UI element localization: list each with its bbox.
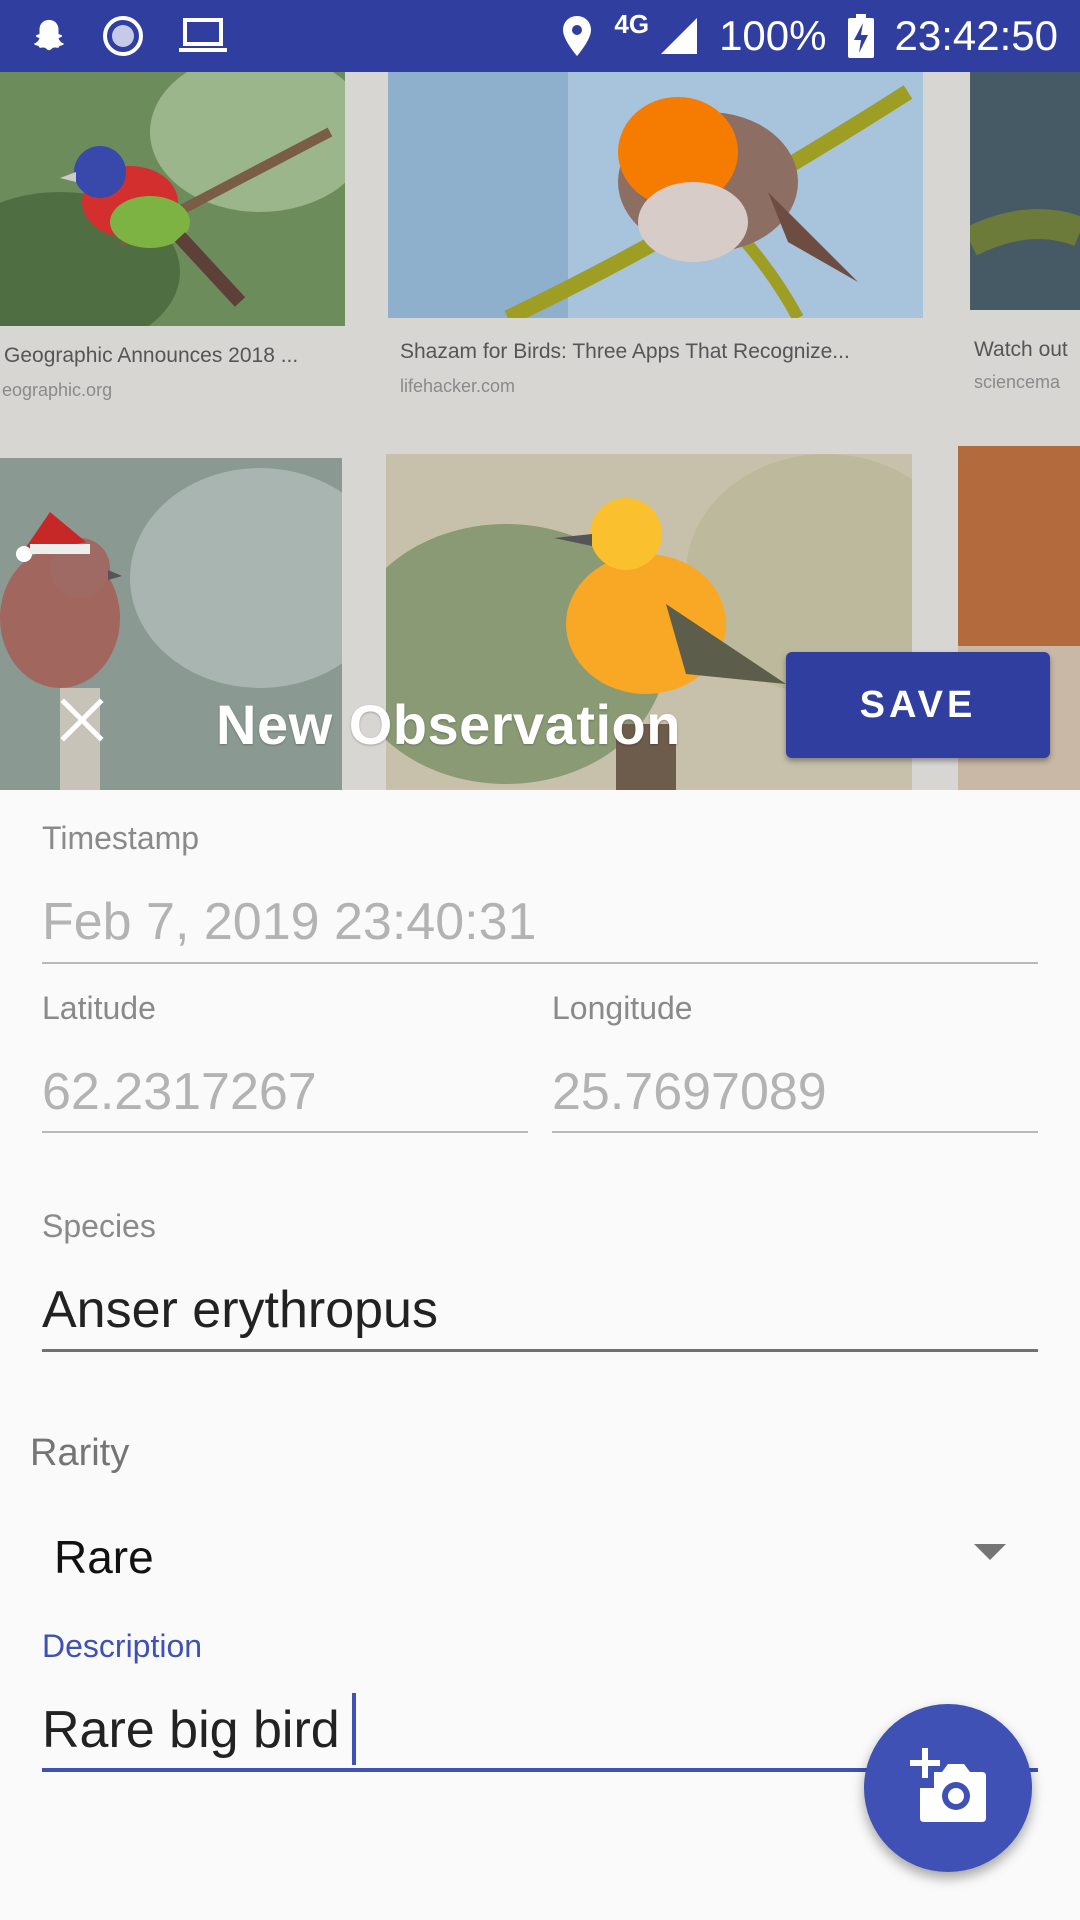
- signal-icon: [659, 16, 699, 56]
- timestamp-label: Timestamp: [42, 820, 200, 856]
- laptop-icon: [178, 16, 228, 56]
- timestamp-underline: [42, 962, 1038, 964]
- latitude-field: 62.2317267: [42, 1063, 317, 1121]
- photo-caption: Geographic Announces 2018 ...: [4, 344, 299, 367]
- photo-source: sciencema: [974, 372, 1061, 392]
- sync-icon: [102, 15, 144, 57]
- location-pin-icon: [560, 14, 594, 58]
- rarity-dropdown[interactable]: Rare: [30, 1508, 1020, 1600]
- bird-photo-bunting: [0, 72, 345, 326]
- snapchat-icon: [30, 17, 68, 55]
- bird-photo-robin: [388, 72, 923, 318]
- species-label: Species: [42, 1208, 156, 1244]
- latitude-label: Latitude: [42, 990, 156, 1026]
- latitude-underline: [42, 1131, 528, 1133]
- longitude-field: 25.7697089: [552, 1063, 827, 1121]
- close-icon: [60, 698, 104, 742]
- add-photo-button[interactable]: [864, 1704, 1032, 1872]
- close-button[interactable]: [46, 684, 118, 756]
- longitude-underline: [552, 1131, 1038, 1133]
- rarity-selected-value: Rare: [54, 1531, 154, 1583]
- description-input[interactable]: Rare big bird: [42, 1690, 356, 1770]
- battery-percentage: 100%: [719, 12, 827, 59]
- longitude-label: Longitude: [552, 990, 693, 1026]
- description-label: Description: [42, 1628, 203, 1664]
- timestamp-field: Feb 7, 2019 23:40:31: [42, 893, 537, 951]
- clock: 23:42:50: [894, 12, 1059, 59]
- bird-photo-branch: [970, 72, 1080, 310]
- photo-source: eographic.org: [2, 380, 113, 400]
- photo-caption: Shazam for Birds: Three Apps That Recogn…: [400, 340, 850, 363]
- species-underline: [42, 1349, 1038, 1352]
- photo-source: lifehacker.com: [400, 376, 516, 396]
- description-text: Rare big bird: [42, 1701, 340, 1759]
- header-photo: Geographic Announces 2018 ... eographic.…: [0, 72, 1080, 790]
- dropdown-arrow-icon: [974, 1544, 1006, 1560]
- battery-charging-icon: [847, 13, 875, 59]
- status-bar: 4G 100% 23:42:50: [0, 0, 1080, 72]
- network-type: 4G: [614, 8, 650, 39]
- species-input[interactable]: Anser erythropus: [42, 1280, 438, 1340]
- text-cursor: [351, 1693, 356, 1766]
- save-button[interactable]: SAVE: [786, 652, 1050, 758]
- add-photo-icon: [910, 1748, 986, 1822]
- rarity-label: Rarity: [30, 1432, 130, 1474]
- page-title: New Observation: [216, 693, 681, 756]
- photo-caption: Watch out: [974, 338, 1068, 361]
